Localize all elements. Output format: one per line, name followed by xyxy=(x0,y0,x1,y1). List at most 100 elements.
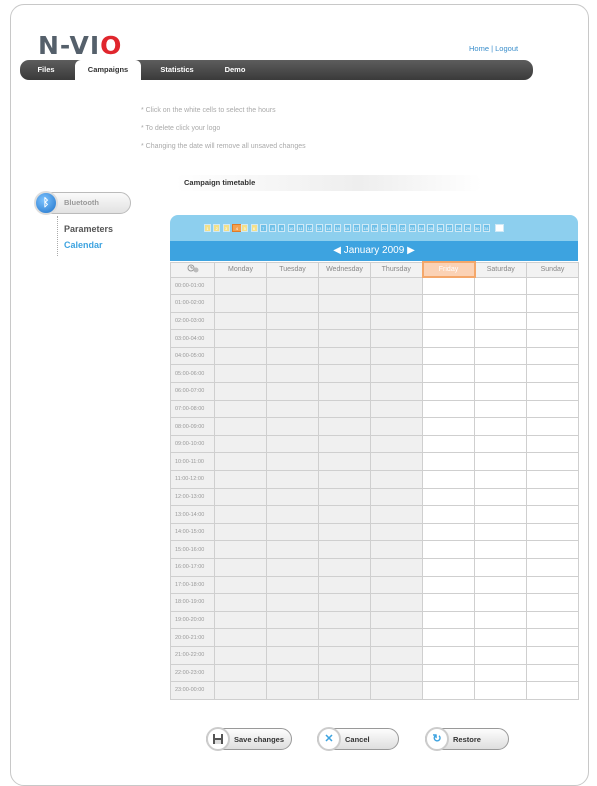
hour-cell[interactable] xyxy=(474,364,527,384)
hour-cell[interactable] xyxy=(526,575,579,595)
hour-cell[interactable] xyxy=(422,329,475,348)
day-26[interactable]: 26 xyxy=(436,224,444,232)
next-month-arrow[interactable]: ▶ xyxy=(407,245,415,256)
hour-cell[interactable] xyxy=(474,540,527,559)
tab-demo[interactable]: Demo xyxy=(210,60,260,80)
home-link[interactable]: Home xyxy=(469,44,489,53)
hour-cell[interactable] xyxy=(526,487,579,507)
hour-cell[interactable] xyxy=(474,558,527,577)
hour-cell[interactable] xyxy=(526,346,579,366)
hour-cell[interactable] xyxy=(474,346,527,366)
hour-cell[interactable] xyxy=(474,452,527,472)
tab-files[interactable]: Files xyxy=(20,60,72,80)
hour-cell[interactable] xyxy=(422,417,475,436)
hour-cell[interactable] xyxy=(422,487,475,507)
sidebar-item-parameters[interactable]: Parameters xyxy=(64,224,113,234)
hour-cell[interactable] xyxy=(474,470,527,489)
prev-month-arrow[interactable]: ◀ xyxy=(333,245,341,256)
hour-cell[interactable] xyxy=(474,276,527,296)
hour-cell[interactable] xyxy=(422,540,475,559)
hour-cell[interactable] xyxy=(474,311,527,331)
hour-cell[interactable] xyxy=(422,311,475,331)
tab-statistics[interactable]: Statistics xyxy=(144,60,210,80)
hour-cell[interactable] xyxy=(474,399,527,419)
hour-cell[interactable] xyxy=(526,294,579,313)
hour-cell[interactable] xyxy=(526,558,579,577)
day-10[interactable]: 10 xyxy=(287,224,295,232)
hour-cell[interactable] xyxy=(422,470,475,489)
hour-cell[interactable] xyxy=(526,364,579,384)
hour-cell[interactable] xyxy=(526,382,579,401)
hour-cell[interactable] xyxy=(474,681,527,700)
hour-cell[interactable] xyxy=(474,434,527,454)
day-20[interactable]: 20 xyxy=(380,224,388,232)
hour-cell[interactable] xyxy=(422,663,475,683)
hour-cell[interactable] xyxy=(526,434,579,454)
day-13[interactable]: 13 xyxy=(315,224,323,232)
hour-cell[interactable] xyxy=(422,575,475,595)
hour-cell[interactable] xyxy=(422,522,475,542)
hour-cell[interactable] xyxy=(526,505,579,524)
day-23[interactable]: 23 xyxy=(408,224,416,232)
day-7[interactable]: 7 xyxy=(259,224,267,232)
logout-link[interactable]: Logout xyxy=(495,44,518,53)
day-2[interactable]: 2 xyxy=(213,224,221,232)
hour-cell[interactable] xyxy=(422,452,475,472)
day-9[interactable]: 9 xyxy=(278,224,286,232)
hour-cell[interactable] xyxy=(526,329,579,348)
hour-cell[interactable] xyxy=(422,346,475,366)
day-5[interactable]: 5 xyxy=(241,224,249,232)
hour-cell[interactable] xyxy=(474,522,527,542)
save-changes-button[interactable]: Save changes xyxy=(206,727,292,751)
hour-cell[interactable] xyxy=(526,663,579,683)
hour-cell[interactable] xyxy=(526,417,579,436)
hour-cell[interactable] xyxy=(422,434,475,454)
hour-cell[interactable] xyxy=(526,276,579,296)
day-8[interactable]: 8 xyxy=(269,224,277,232)
hour-cell[interactable] xyxy=(474,487,527,507)
restore-button[interactable]: ↻ Restore xyxy=(425,727,509,751)
cancel-button[interactable]: ✕ Cancel xyxy=(317,727,399,751)
hour-cell[interactable] xyxy=(526,645,579,665)
day-22[interactable]: 22 xyxy=(399,224,407,232)
day-25[interactable]: 25 xyxy=(427,224,435,232)
day-28[interactable]: 28 xyxy=(455,224,463,232)
hour-cell[interactable] xyxy=(422,681,475,700)
hour-cell[interactable] xyxy=(526,470,579,489)
day-extra-box[interactable] xyxy=(495,224,505,232)
hour-cell[interactable] xyxy=(422,294,475,313)
hour-cell[interactable] xyxy=(422,399,475,419)
hour-cell[interactable] xyxy=(526,311,579,331)
day-16[interactable]: 16 xyxy=(343,224,351,232)
day-11[interactable]: 11 xyxy=(297,224,304,232)
hour-cell[interactable] xyxy=(422,628,475,647)
day-21[interactable]: 21 xyxy=(390,224,397,232)
day-27[interactable]: 27 xyxy=(445,224,453,232)
hour-cell[interactable] xyxy=(526,399,579,419)
day-14[interactable]: 14 xyxy=(324,224,332,232)
day-24[interactable]: 24 xyxy=(417,224,425,232)
hour-cell[interactable] xyxy=(474,575,527,595)
sidebar-item-calendar[interactable]: Calendar xyxy=(64,240,103,250)
hour-cell[interactable] xyxy=(422,645,475,665)
hour-cell[interactable] xyxy=(422,382,475,401)
hour-cell[interactable] xyxy=(526,681,579,700)
n-vio-logo[interactable]: N-VIO xyxy=(38,31,122,60)
hour-cell[interactable] xyxy=(474,645,527,665)
hour-cell[interactable] xyxy=(526,593,579,612)
hour-cell[interactable] xyxy=(474,593,527,612)
day-1[interactable]: 1 xyxy=(204,224,211,232)
bluetooth-button[interactable]: ᛒ Bluetooth xyxy=(34,191,131,215)
hour-cell[interactable] xyxy=(422,610,475,630)
day-6[interactable]: 6 xyxy=(250,224,258,232)
hour-cell[interactable] xyxy=(526,628,579,647)
hour-cell[interactable] xyxy=(474,382,527,401)
hour-cell[interactable] xyxy=(474,294,527,313)
hour-cell[interactable] xyxy=(526,610,579,630)
day-29[interactable]: 29 xyxy=(464,224,472,232)
hour-cell[interactable] xyxy=(474,329,527,348)
hour-cell[interactable] xyxy=(526,540,579,559)
day-19[interactable]: 19 xyxy=(371,224,379,232)
day-12[interactable]: 12 xyxy=(306,224,314,232)
day-15[interactable]: 15 xyxy=(334,224,342,232)
